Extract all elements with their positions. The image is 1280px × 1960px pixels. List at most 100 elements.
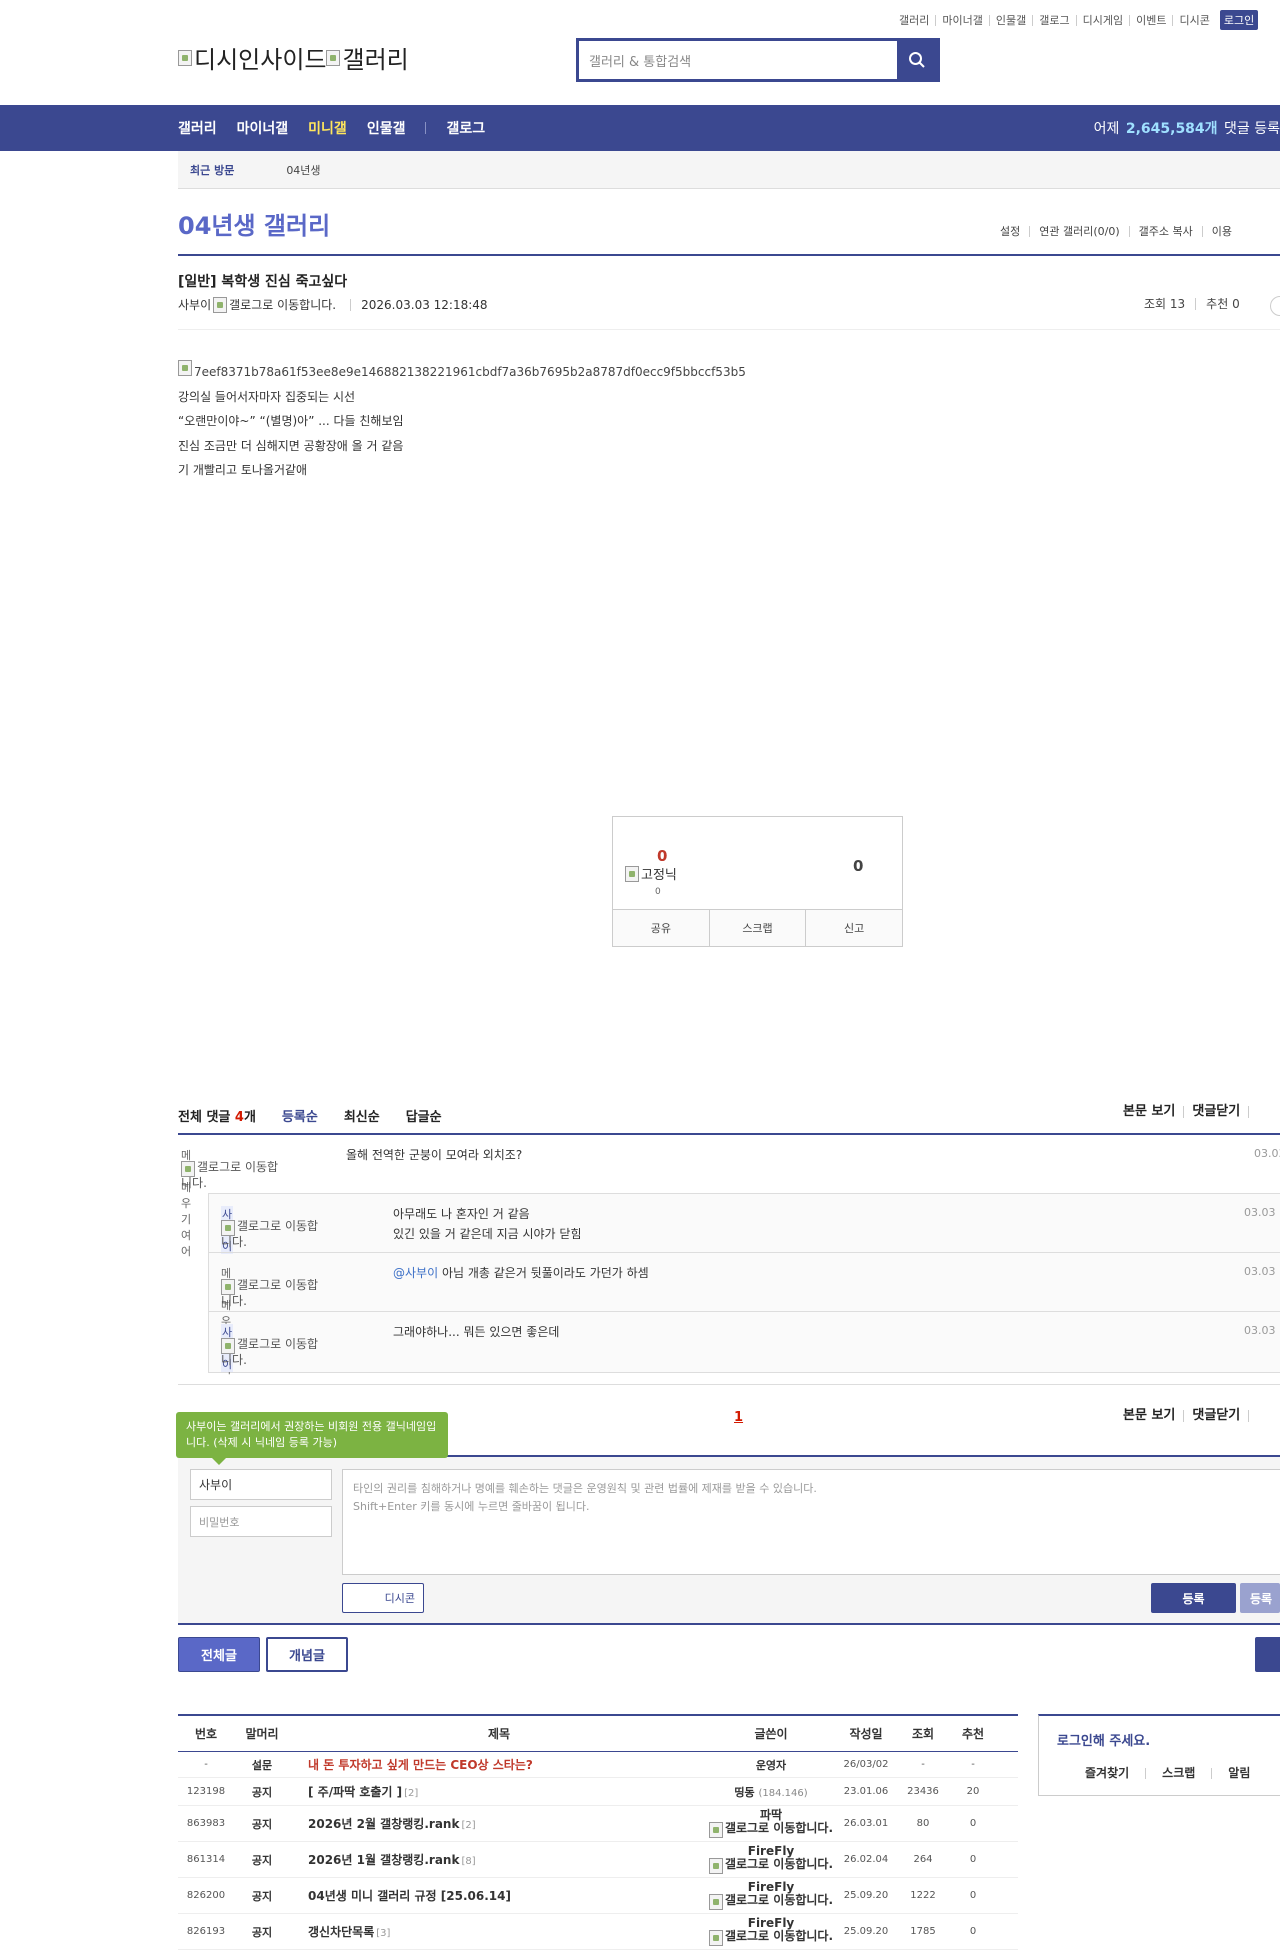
fixed-nick-count: 0: [655, 887, 661, 897]
search-input[interactable]: 갤러리 & 통합검색: [579, 41, 897, 79]
row-comment-count[interactable]: [3]: [376, 1928, 390, 1939]
reply-text-body: 아님 개총 같은거 뒷풀이라도 가던가 하셈: [441, 1266, 649, 1280]
row-writer-gallog-text: 갤로그로 이동합니다.: [724, 1821, 834, 1835]
dccon-button[interactable]: 디시콘: [342, 1583, 424, 1613]
recent-gallery-link[interactable]: 04년생: [286, 162, 320, 178]
reply-gallog-text: 갤로그로 이동합니다.: [221, 1219, 319, 1249]
row-head: 공지: [251, 1925, 273, 1939]
reply-divider: [209, 1311, 1280, 1312]
row-writer-gallog[interactable]: 갤로그로 이동합니다.: [708, 1894, 834, 1910]
row-title[interactable]: 내 돈 투자하고 싶게 만드는 CEO상 스타는?: [290, 1756, 708, 1773]
nickname-input[interactable]: 사부이: [190, 1469, 332, 1500]
row-writer-gallog[interactable]: 갤로그로 이동합니다.: [708, 1930, 834, 1946]
row-writer-gallog[interactable]: 갤로그로 이동합니다.: [708, 1858, 834, 1874]
gnb-item-gallog[interactable]: 갤로그: [446, 118, 485, 138]
comment-page-1[interactable]: 1: [734, 1410, 743, 1425]
reply-gallog-link[interactable]: 갤로그로 이동합니다.: [221, 1338, 321, 1366]
post-stats: 조회 13 추천 0: [1134, 298, 1250, 310]
yesterday-count: 2,645,584개: [1125, 121, 1218, 137]
row-writer-gallog[interactable]: 갤로그로 이동합니다.: [708, 1822, 834, 1838]
row-title[interactable]: 2026년 1월 갤창랭킹.rank [8]: [290, 1851, 708, 1868]
comments-unit: 개: [243, 1110, 256, 1125]
textarea-placeholder-line: Shift+Enter 키를 동시에 누르면 줄바꿈이 됩니다.: [353, 1500, 590, 1513]
reply-date: 03.03 1: [1244, 1265, 1280, 1278]
top-link-game[interactable]: 디시게임: [1075, 14, 1129, 26]
post-author[interactable]: 사부이: [178, 296, 211, 313]
comment-gallog-link[interactable]: 갤로그로 이동합니다.: [181, 1161, 281, 1189]
close-comments-button[interactable]: 댓글닫기: [1183, 1409, 1248, 1422]
top-link-minor[interactable]: 마이너갤: [935, 14, 988, 26]
row-writer[interactable]: 띵동 (184.146): [708, 1784, 834, 1800]
post-share-circle-button[interactable]: [1270, 296, 1280, 316]
row-no: 861314: [186, 1854, 226, 1865]
row-writer[interactable]: FireFly 갤로그로 이동합니다.: [708, 1917, 834, 1946]
row-title[interactable]: 04년생 미니 갤러리 규정 [25.06.14]: [290, 1887, 708, 1904]
comments-label-text: 전체 댓글: [178, 1110, 231, 1125]
write-button[interactable]: [1255, 1637, 1280, 1672]
recommend-up-count[interactable]: 0: [657, 847, 667, 865]
reply-mention[interactable]: @사부이: [393, 1266, 438, 1280]
row-writer[interactable]: 파딱 갤로그로 이동합니다.: [708, 1809, 834, 1838]
sort-registered[interactable]: 등록순: [282, 1106, 318, 1125]
login-box-title[interactable]: 로그인해 주세요.: [1057, 1730, 1150, 1749]
gnb-item-gallery[interactable]: 갤러리: [178, 118, 217, 138]
row-no: -: [204, 1759, 208, 1770]
top-link-gallog[interactable]: 갤로그: [1032, 14, 1075, 26]
gnb-item-mini[interactable]: 미니갤: [308, 118, 347, 138]
top-link-person[interactable]: 인물갤: [988, 14, 1032, 26]
broken-image-icon: [178, 49, 192, 66]
report-button[interactable]: 신고: [805, 910, 902, 946]
top-link-dccon[interactable]: 디시콘: [1172, 14, 1215, 26]
login-button[interactable]: 로그인: [1219, 10, 1259, 30]
copy-gallery-address-link[interactable]: 갤주소 복사: [1128, 226, 1202, 237]
reply-gallog-link[interactable]: 갤로그로 이동합니다.: [221, 1220, 321, 1248]
reply-gallog-link[interactable]: 갤로그로 이동합니다.: [221, 1279, 321, 1307]
row-writer[interactable]: 운영자: [708, 1757, 834, 1773]
post-gallog-link[interactable]: 갤로그로 이동합니다.: [229, 296, 336, 313]
scrap-button[interactable]: 스크랩: [708, 910, 806, 946]
view-post-button[interactable]: 본문 보기: [1115, 1409, 1183, 1422]
search-button[interactable]: [897, 41, 937, 79]
recommend-down-count[interactable]: 0: [853, 857, 863, 875]
tab-concept-posts[interactable]: 개념글: [266, 1637, 348, 1672]
row-writer-name: 띵동: [734, 1785, 755, 1799]
row-writer[interactable]: FireFly 갤로그로 이동합니다.: [708, 1845, 834, 1874]
row-head: 공지: [251, 1817, 273, 1831]
related-gallery-link[interactable]: 연관 갤러리(0/0): [1029, 226, 1128, 237]
sort-latest[interactable]: 최신순: [344, 1106, 380, 1125]
usage-link[interactable]: 이용: [1201, 226, 1241, 237]
row-writer[interactable]: FireFly 갤로그로 이동합니다.: [708, 1881, 834, 1910]
gnb-item-person[interactable]: 인물갤: [367, 118, 406, 138]
submit-comment-button[interactable]: 등록: [1151, 1583, 1236, 1613]
row-comment-count[interactable]: [2]: [461, 1820, 475, 1831]
top-link-event[interactable]: 이벤트: [1129, 14, 1172, 26]
gallery-title[interactable]: 04년생 갤러리: [178, 206, 330, 241]
share-button[interactable]: 공유: [613, 910, 709, 946]
view-post-button[interactable]: 본문 보기: [1115, 1105, 1183, 1118]
scrap-link[interactable]: 스크랩: [1145, 1767, 1211, 1779]
top-link-gallery[interactable]: 갤러리: [893, 15, 935, 26]
tab-all-posts[interactable]: 전체글: [178, 1637, 260, 1672]
gnb-item-minor[interactable]: 마이너갤: [237, 118, 289, 138]
comment-textarea[interactable]: 타인의 권리를 침해하거나 명예를 훼손하는 댓글은 운영원칙 및 관련 법률에…: [342, 1469, 1280, 1575]
row-title[interactable]: 갱신차단목록 [3]: [290, 1923, 708, 1940]
gallery-settings-link[interactable]: 설정: [1000, 226, 1029, 237]
comments-header: 전체 댓글 4개 등록순 최신순 답글순: [178, 1106, 442, 1125]
close-comments-button[interactable]: 댓글닫기: [1183, 1105, 1248, 1118]
row-comment-count[interactable]: [2]: [404, 1788, 418, 1799]
row-title[interactable]: 2026년 2월 갤창랭킹.rank [2]: [290, 1815, 708, 1832]
notification-link[interactable]: 알림: [1211, 1767, 1266, 1779]
fixed-nick-recommend[interactable]: 고정닉: [625, 864, 677, 883]
password-input[interactable]: 비밀번호: [190, 1506, 332, 1537]
col-head: 말머리: [245, 1727, 279, 1741]
row-comment-count[interactable]: [8]: [461, 1856, 475, 1867]
site-logo[interactable]: 디시인사이드 갤러리: [178, 40, 409, 75]
reply-area: [208, 1193, 1280, 1373]
row-head: 공지: [251, 1889, 273, 1903]
sort-replies[interactable]: 답글순: [406, 1106, 442, 1125]
row-writer-ip: (184.146): [758, 1787, 808, 1799]
submit-recommend-button[interactable]: 등록: [1240, 1583, 1280, 1613]
favorites-link[interactable]: 즐겨찾기: [1085, 1767, 1145, 1779]
row-title[interactable]: [ 주/파딱 호출기 ] [2]: [290, 1783, 708, 1800]
post-info: 사부이 갤로그로 이동합니다. 2026.03.03 12:18:48: [178, 296, 488, 313]
